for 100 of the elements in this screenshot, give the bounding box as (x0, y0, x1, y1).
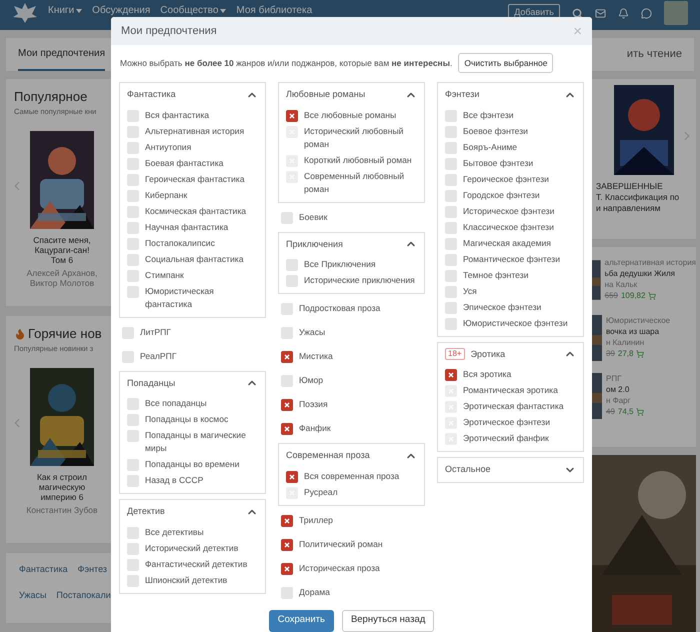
checkbox[interactable] (281, 327, 293, 339)
checkbox[interactable] (127, 254, 139, 266)
checkbox[interactable] (281, 351, 293, 363)
genre-link[interactable]: Фантастика (19, 563, 68, 576)
nav-link[interactable]: Сообщество (160, 5, 226, 16)
checkbox[interactable] (281, 562, 293, 574)
checkbox[interactable] (445, 206, 457, 218)
checkbox[interactable] (281, 375, 293, 387)
checkbox[interactable] (281, 303, 293, 315)
genre-label: Уся (463, 284, 477, 298)
genre-label: Боевое фэнтези (463, 124, 528, 138)
checkbox[interactable] (286, 275, 298, 287)
checkbox[interactable] (127, 574, 139, 586)
genre-label: Стимпанк (145, 268, 184, 282)
checkbox[interactable] (445, 142, 457, 154)
checkbox[interactable] (286, 259, 298, 271)
cart-icon[interactable] (636, 350, 644, 358)
genre-label: Историческая проза (299, 562, 380, 574)
checkbox[interactable] (127, 542, 139, 554)
checkbox[interactable] (122, 350, 134, 362)
checkbox[interactable] (445, 270, 457, 282)
checkbox[interactable] (122, 326, 134, 338)
checkbox[interactable] (127, 414, 139, 426)
clear-button[interactable]: Очистить выбранное (458, 53, 554, 73)
checkbox[interactable] (127, 190, 139, 202)
checkbox[interactable] (127, 142, 139, 154)
cart-icon[interactable] (636, 408, 644, 416)
checkbox[interactable] (127, 558, 139, 570)
book-genre: альтернативная история (604, 257, 696, 268)
checkbox[interactable] (281, 423, 293, 435)
checkbox[interactable] (281, 586, 293, 598)
checkbox[interactable] (445, 318, 457, 330)
genre-label: Короткий любовный роман (304, 154, 412, 166)
mail-icon[interactable] (595, 8, 606, 18)
genre-label: Альтернативная история (145, 124, 244, 138)
genre-label: Дорама (299, 586, 330, 598)
checkbox[interactable] (445, 238, 457, 250)
cross-icon (284, 542, 290, 548)
checkbox[interactable] (445, 158, 457, 170)
checkbox[interactable] (445, 302, 457, 314)
checkbox[interactable] (127, 174, 139, 186)
eagle-logo-icon[interactable] (12, 1, 38, 25)
checkbox[interactable] (281, 514, 293, 526)
nav-link[interactable]: Моя библиотека (236, 5, 312, 16)
checkbox[interactable] (127, 286, 139, 298)
chat-icon[interactable] (641, 8, 652, 18)
group-title: Любовные романы (286, 88, 366, 101)
checkbox[interactable] (281, 538, 293, 550)
checkbox[interactable] (127, 158, 139, 170)
avatar[interactable] (664, 1, 688, 25)
back-button[interactable]: Вернуться назад (342, 610, 434, 632)
checkbox[interactable] (445, 254, 457, 266)
checkbox[interactable] (445, 286, 457, 298)
checkbox[interactable] (281, 399, 293, 411)
book-author[interactable]: Алексей Арханов, Виктор Молотов (26, 268, 98, 288)
genre-label: Героическая фантастика (145, 172, 245, 186)
checkbox[interactable] (127, 270, 139, 282)
checkbox[interactable] (127, 475, 139, 487)
genre-label: Киберпанк (145, 188, 188, 202)
checkbox[interactable] (127, 206, 139, 218)
checkbox[interactable] (445, 190, 457, 202)
checkbox[interactable] (445, 126, 457, 138)
checkbox[interactable] (445, 110, 457, 122)
checkbox[interactable] (286, 470, 298, 482)
genre-label: Все детективы (145, 526, 204, 538)
checkbox[interactable] (286, 110, 298, 122)
checkbox[interactable] (445, 369, 457, 381)
genre-label: Антиутопия (145, 140, 192, 154)
checkbox[interactable] (127, 238, 139, 250)
genre-label: Магическая академия (463, 236, 551, 250)
book-title[interactable]: Как я строил магическую империю 6 (27, 472, 97, 502)
nav-link[interactable]: Обсуждения (92, 5, 150, 16)
book-title[interactable]: ом 2.0 (606, 384, 644, 395)
search-icon[interactable] (572, 8, 583, 18)
save-button[interactable]: Сохранить (268, 610, 334, 632)
checkbox[interactable] (127, 110, 139, 122)
tab[interactable]: Мои предпочтения (18, 38, 106, 71)
book-title[interactable]: Спасите меня, Кацураги-сан! Том 6 (27, 234, 97, 264)
genre-label: Фанфик (299, 422, 331, 435)
checkbox[interactable] (127, 222, 139, 234)
checkbox[interactable] (127, 398, 139, 410)
genre-link[interactable]: Ужасы (19, 588, 46, 602)
nav-link[interactable]: Книги (48, 5, 82, 16)
checkbox[interactable] (445, 222, 457, 234)
checkbox[interactable] (127, 126, 139, 138)
checkbox[interactable] (127, 430, 139, 442)
genre-link[interactable]: Постапокали (56, 588, 111, 602)
checkbox[interactable] (127, 459, 139, 471)
checkbox[interactable] (281, 212, 293, 224)
tab[interactable]: ить чтение (626, 46, 682, 63)
checkbox[interactable] (445, 174, 457, 186)
book-author: н Фарг (606, 395, 632, 406)
book-title[interactable]: ьба дедушки Жиля (604, 268, 696, 279)
genre-label: Эротическая фантастика (463, 400, 564, 413)
bell-icon[interactable] (618, 8, 629, 18)
book-author[interactable]: Константин Зубов (26, 504, 98, 514)
cart-icon[interactable] (648, 292, 656, 300)
checkbox[interactable] (127, 526, 139, 538)
book-title[interactable]: вочка из шара (606, 326, 670, 337)
genre-link[interactable]: Фэнтез (78, 563, 108, 576)
